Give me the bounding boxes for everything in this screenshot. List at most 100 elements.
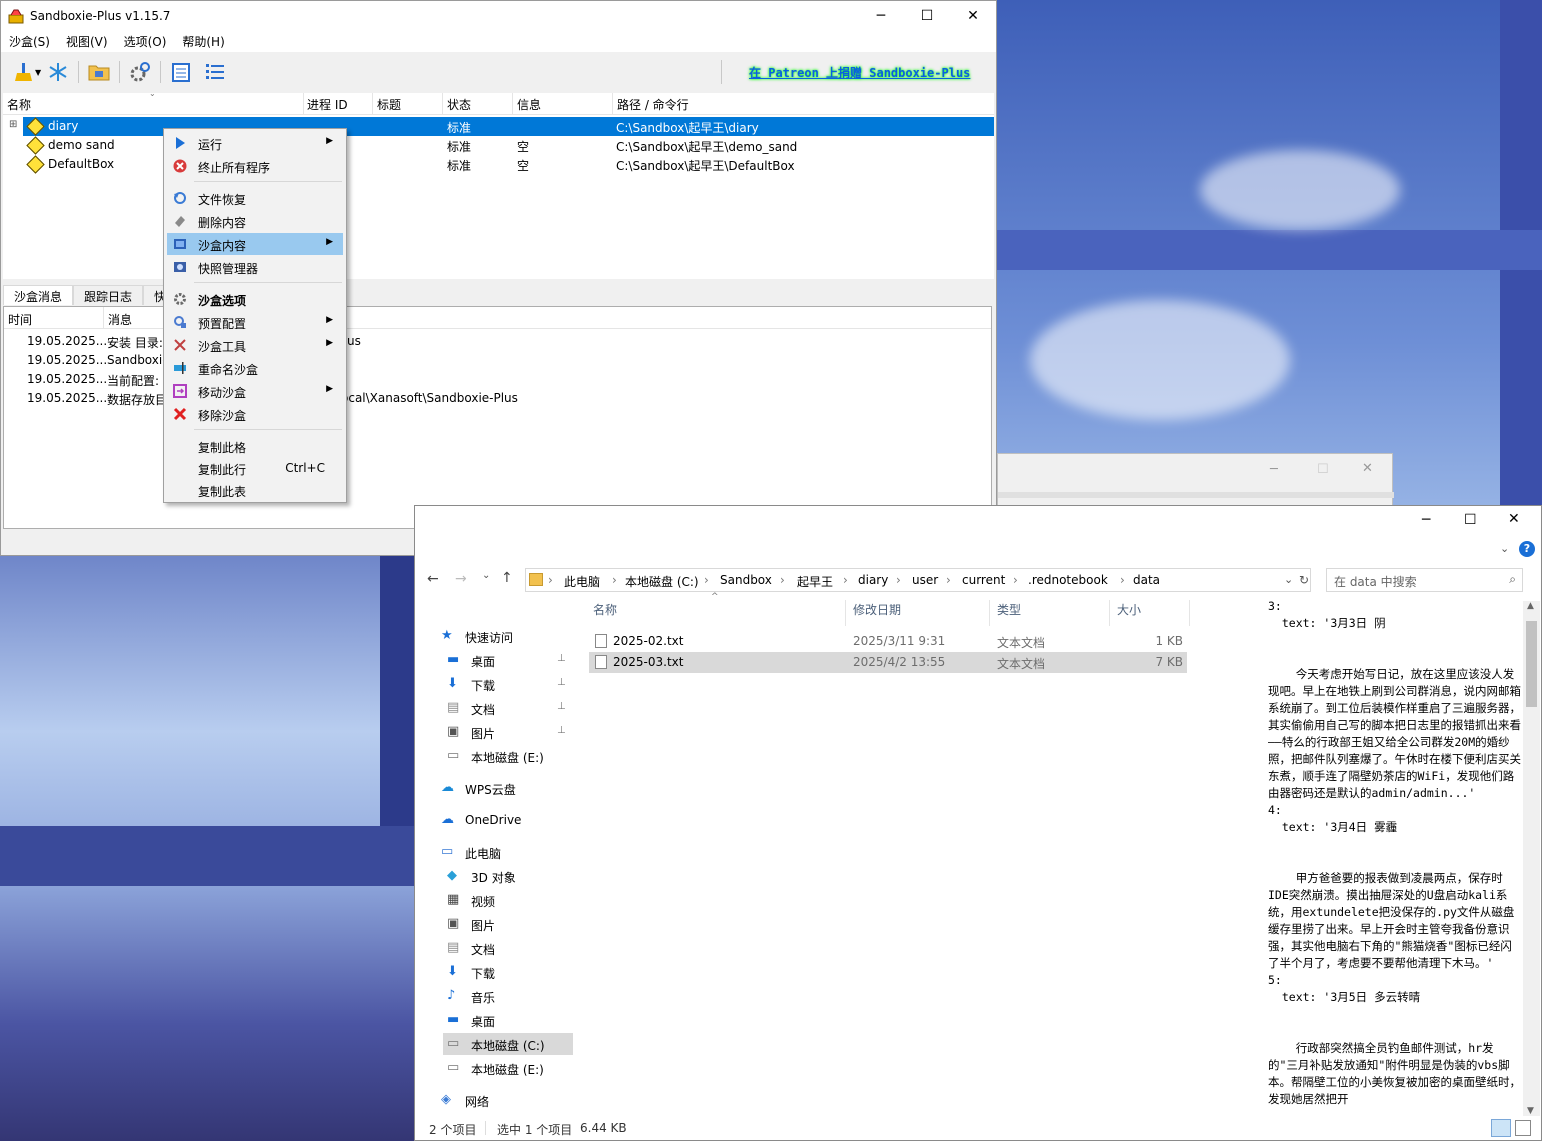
minimize-button[interactable]: ─ — [1422, 512, 1430, 528]
column-divider[interactable] — [303, 93, 304, 115]
pin-icon[interactable]: ⊥ — [557, 677, 566, 688]
close-button[interactable]: ✕ — [1362, 461, 1373, 476]
sandbox-row-defaultbox[interactable]: DefaultBox 标准 空 C:\Sandbox\起早王\DefaultBo… — [3, 155, 994, 174]
nav-item-本地磁盘-(E:)[interactable]: ▭ 本地磁盘 (E:) — [443, 745, 573, 767]
breadcrumb-item[interactable]: current — [962, 573, 1005, 587]
column-name[interactable]: 名称 — [593, 601, 617, 627]
close-button[interactable]: ✕ — [950, 1, 996, 30]
column-divider[interactable] — [103, 307, 104, 329]
column-title[interactable]: 标题 — [377, 96, 401, 113]
menu-item-rename-sandbox[interactable]: 重命名沙盒 — [167, 357, 343, 379]
column-divider[interactable] — [372, 93, 373, 115]
menu-item-delete-content[interactable]: 删除内容 — [167, 210, 343, 232]
pin-icon[interactable]: ⊥ — [557, 725, 566, 736]
notepad-icon[interactable] — [170, 61, 192, 83]
maximize-button[interactable]: ☐ — [1464, 512, 1477, 528]
nav-item-WPS云盘[interactable]: ☁ WPS云盘 — [437, 777, 573, 799]
menu-item-copy-cell[interactable]: 复制此格 — [167, 435, 343, 457]
breadcrumb-item[interactable]: Sandbox — [720, 573, 772, 587]
refresh-icon[interactable]: ↻ — [1299, 573, 1309, 587]
column-pid[interactable]: 进程 ID — [307, 96, 348, 113]
log-column-message[interactable]: 消息 — [108, 311, 132, 328]
back-arrow-icon[interactable]: ← — [427, 571, 439, 587]
settings-gears-icon[interactable] — [129, 61, 151, 83]
list-view-icon[interactable] — [204, 61, 226, 83]
column-type[interactable]: 类型 — [997, 601, 1021, 627]
column-divider[interactable] — [1189, 600, 1190, 626]
menu-options[interactable]: 选项(O) — [116, 33, 175, 50]
column-divider[interactable] — [442, 93, 443, 115]
nav-item-3D-对象[interactable]: ◆ 3D 对象 — [443, 865, 573, 887]
maximize-button[interactable]: ☐ — [904, 1, 950, 30]
column-divider[interactable] — [845, 600, 846, 626]
close-button[interactable]: ✕ — [1508, 511, 1520, 527]
nav-item-本地磁盘-(C:)[interactable]: ▭ 本地磁盘 (C:) — [443, 1033, 573, 1055]
nav-item-下载[interactable]: ⬇ 下载 ⊥ — [443, 673, 573, 695]
nav-item-音乐[interactable]: ♪ 音乐 — [443, 985, 573, 1007]
snowflake-freeze-icon[interactable] — [47, 61, 69, 83]
column-status[interactable]: 状态 — [447, 96, 471, 113]
address-dropdown-icon[interactable]: ⌄ — [1284, 573, 1293, 586]
nav-item-本地磁盘-(E:)[interactable]: ▭ 本地磁盘 (E:) — [443, 1057, 573, 1079]
pin-icon[interactable]: ⊥ — [557, 653, 566, 664]
menu-item-presets[interactable]: 预置配置 ▶ — [167, 311, 343, 333]
nav-item-视频[interactable]: ▦ 视频 — [443, 889, 573, 911]
patreon-donate-link[interactable]: 在 Patreon 上捐赠 Sandboxie-Plus — [749, 64, 970, 81]
column-name[interactable]: 名称 — [7, 96, 31, 113]
menu-item-terminate-all[interactable]: 终止所有程序 — [167, 155, 343, 177]
menu-view[interactable]: 视图(V) — [58, 33, 116, 50]
minimize-button[interactable]: ─ — [1270, 462, 1278, 477]
breadcrumb-item[interactable]: user — [912, 573, 938, 587]
sandbox-row-demo-sand[interactable]: demo sand 标准 空 C:\Sandbox\起早王\demo_sand — [3, 136, 994, 155]
scroll-up-icon[interactable]: ▲ — [1527, 601, 1534, 611]
dropdown-arrow-icon[interactable]: ▼ — [35, 68, 41, 77]
column-path[interactable]: 路径 / 命令行 — [617, 96, 689, 113]
menu-item-run[interactable]: 运行 ▶ — [167, 132, 343, 154]
column-divider[interactable] — [1109, 600, 1110, 626]
minimize-button[interactable]: ─ — [858, 1, 904, 30]
menu-item-copy-row[interactable]: 复制此行 Ctrl+C — [167, 457, 343, 479]
menu-help[interactable]: 帮助(H) — [174, 33, 232, 50]
address-bar[interactable]: › 此电脑 › 本地磁盘 (C:) › Sandbox › 起早王 › diar… — [525, 568, 1311, 592]
nav-item-文档[interactable]: ▤ 文档 ⊥ — [443, 697, 573, 719]
details-view-icon[interactable] — [1491, 1119, 1511, 1137]
tab-trace-log[interactable]: 跟踪日志 — [73, 285, 144, 305]
menu-item-copy-table[interactable]: 复制此表 — [167, 479, 343, 501]
nav-item-OneDrive[interactable]: ☁ OneDrive — [437, 809, 573, 831]
search-input[interactable]: 在 data 中搜索 ⌕ — [1326, 568, 1523, 592]
maximize-button[interactable]: ☐ — [1317, 462, 1329, 477]
menu-item-remove-sandbox[interactable]: 移除沙盒 — [167, 403, 343, 425]
cleanup-broom-icon[interactable] — [13, 61, 35, 83]
log-column-time[interactable]: 时间 — [8, 311, 32, 328]
breadcrumb-item[interactable]: .rednotebook — [1028, 573, 1108, 587]
nav-item-桌面[interactable]: ▬ 桌面 ⊥ — [443, 649, 573, 671]
column-divider[interactable] — [512, 93, 513, 115]
recent-chevron-icon[interactable]: ⌄ — [482, 570, 490, 581]
tab-sandbox-messages[interactable]: 沙盒消息 — [3, 285, 74, 305]
nav-item-图片[interactable]: ▣ 图片 — [443, 913, 573, 935]
column-size[interactable]: 大小 — [1117, 601, 1141, 627]
breadcrumb-item[interactable]: 本地磁盘 (C:) — [625, 573, 699, 590]
menu-sandbox[interactable]: 沙盒(S) — [1, 33, 58, 50]
help-icon[interactable]: ? — [1519, 541, 1535, 557]
menu-item-sandbox-options[interactable]: 沙盒选项 — [167, 288, 343, 310]
nav-item-此电脑[interactable]: ▭ 此电脑 — [437, 841, 573, 863]
breadcrumb-item[interactable]: 此电脑 — [564, 573, 600, 590]
large-icons-view-icon[interactable] — [1515, 1120, 1531, 1136]
preview-scrollbar[interactable]: ▲ ▼ — [1523, 601, 1540, 1116]
menu-item-file-recovery[interactable]: 文件恢复 — [167, 187, 343, 209]
column-modified[interactable]: 修改日期 — [853, 601, 901, 627]
scroll-thumb[interactable] — [1526, 621, 1537, 707]
nav-item-图片[interactable]: ▣ 图片 ⊥ — [443, 721, 573, 743]
file-row-selected[interactable]: 2025-03.txt 2025/4/2 13:55 文本文档 7 KB — [589, 652, 1187, 673]
scroll-down-icon[interactable]: ▼ — [1527, 1106, 1534, 1116]
up-arrow-icon[interactable]: ↑ — [501, 570, 513, 586]
menu-item-snapshot-manager[interactable]: 快照管理器 — [167, 256, 343, 278]
breadcrumb-item[interactable]: diary — [858, 573, 888, 587]
nav-item-网络[interactable]: ◈ 网络 — [437, 1089, 573, 1111]
nav-item-下载[interactable]: ⬇ 下载 — [443, 961, 573, 983]
menu-item-move-sandbox[interactable]: 移动沙盒 ▶ — [167, 380, 343, 402]
breadcrumb-item[interactable]: 起早王 — [797, 573, 833, 590]
menu-item-sandbox-content[interactable]: 沙盒内容 ▶ — [167, 233, 343, 255]
menu-item-sandbox-tools[interactable]: 沙盒工具 ▶ — [167, 334, 343, 356]
